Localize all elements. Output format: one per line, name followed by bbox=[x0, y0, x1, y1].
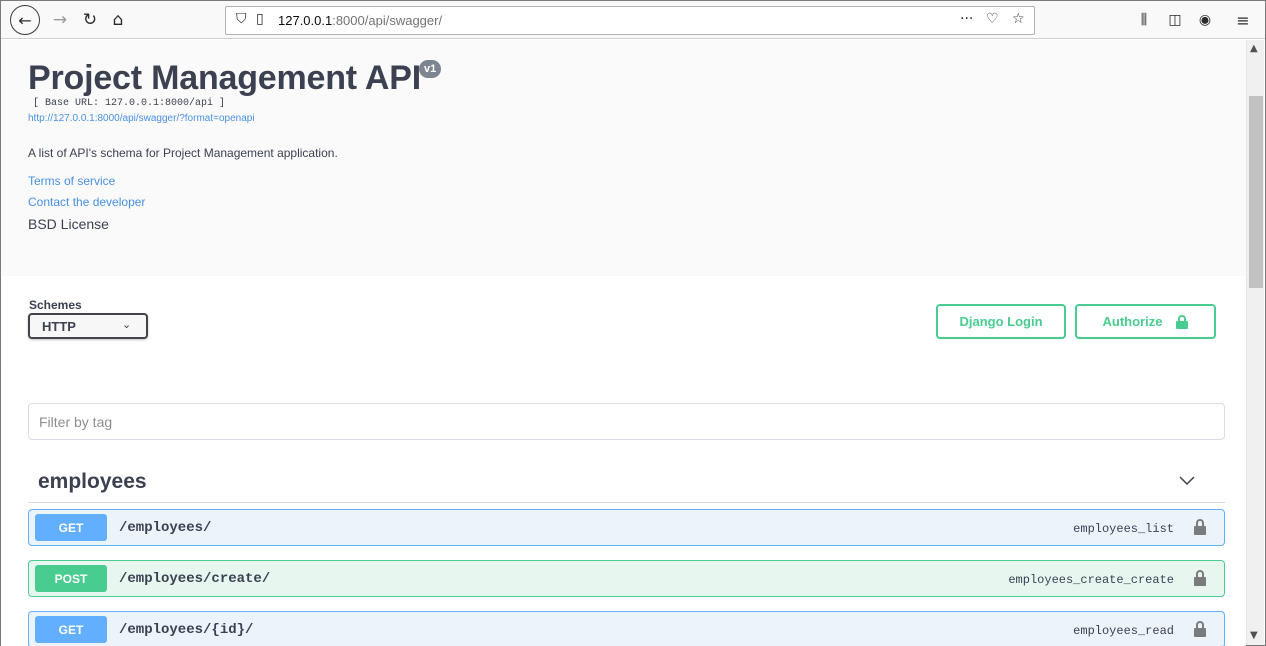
shield-icon[interactable]: ⛉ bbox=[236, 11, 247, 27]
version-badge: v1 bbox=[419, 60, 442, 78]
api-description: A list of API's schema for Project Manag… bbox=[28, 146, 338, 160]
api-title: Project Management API bbox=[28, 59, 421, 97]
pocket-icon[interactable]: ♡ bbox=[986, 11, 999, 27]
scroll-thumb[interactable] bbox=[1249, 96, 1263, 288]
method-badge: POST bbox=[35, 565, 107, 592]
operation-id: employees_create_create bbox=[1008, 573, 1174, 587]
browser-window: ← → ↻ ⌂ ⛉ ▯ 127.0.0.1:8000/api/swagger/ … bbox=[0, 0, 1266, 646]
home-icon[interactable]: ⌂ bbox=[105, 7, 131, 33]
filter-input[interactable]: Filter by tag bbox=[28, 403, 1225, 440]
account-icon[interactable]: ◉ bbox=[1192, 7, 1218, 33]
operation-path: /employees/ bbox=[119, 520, 212, 536]
tag-divider bbox=[28, 502, 1225, 503]
scheme-select[interactable]: HTTP ⌄ bbox=[28, 313, 148, 339]
star-icon[interactable]: ☆ bbox=[1012, 11, 1025, 27]
base-url: [ Base URL: 127.0.0.1:8000/api ] bbox=[33, 98, 226, 109]
operation-row[interactable]: GET /employees/ employees_list bbox=[28, 509, 1225, 546]
contact-link[interactable]: Contact the developer bbox=[28, 195, 145, 209]
lock-icon[interactable] bbox=[1194, 519, 1206, 535]
url-text[interactable]: 127.0.0.1:8000/api/swagger/ bbox=[278, 13, 442, 28]
lock-icon[interactable] bbox=[1194, 570, 1206, 586]
back-arrow-icon[interactable]: ← bbox=[10, 5, 40, 35]
schemes-bar: Schemes HTTP ⌄ Django Login Authorize bbox=[1, 276, 1246, 368]
library-icon[interactable]: ⫼ bbox=[1131, 7, 1157, 33]
scrollbar[interactable]: ▲ ▼ bbox=[1246, 40, 1264, 645]
page-icon[interactable]: ▯ bbox=[256, 11, 264, 27]
url-path: :8000/api/swagger/ bbox=[332, 13, 443, 28]
filter-placeholder: Filter by tag bbox=[39, 414, 113, 430]
forward-arrow-icon[interactable]: → bbox=[47, 7, 73, 33]
scroll-down-icon[interactable]: ▼ bbox=[1250, 630, 1258, 641]
terms-link[interactable]: Terms of service bbox=[28, 174, 115, 188]
url-bar[interactable]: ⛉ ▯ 127.0.0.1:8000/api/swagger/ ··· ♡ ☆ bbox=[225, 6, 1035, 35]
license-text: BSD License bbox=[28, 216, 109, 232]
sidebar-icon[interactable]: ◫ bbox=[1162, 7, 1188, 33]
more-icon[interactable]: ··· bbox=[960, 11, 973, 27]
schemes-label: Schemes bbox=[29, 298, 82, 312]
unlock-icon bbox=[1176, 314, 1189, 329]
operations-section: Filter by tag employees GET /employees/ … bbox=[1, 368, 1246, 646]
operation-row[interactable]: GET /employees/{id}/ employees_read bbox=[28, 611, 1225, 646]
method-badge: GET bbox=[35, 616, 107, 643]
django-login-button[interactable]: Django Login bbox=[936, 304, 1066, 339]
menu-icon[interactable]: ≡ bbox=[1230, 7, 1256, 33]
spec-link[interactable]: http://127.0.0.1:8000/api/swagger/?forma… bbox=[28, 113, 255, 124]
scroll-up-icon[interactable]: ▲ bbox=[1250, 43, 1258, 54]
django-login-label: Django Login bbox=[959, 314, 1043, 329]
chevron-down-icon[interactable] bbox=[1179, 476, 1195, 486]
operation-id: employees_list bbox=[1073, 522, 1174, 536]
operation-id: employees_read bbox=[1073, 624, 1174, 638]
method-badge: GET bbox=[35, 514, 107, 541]
authorize-button[interactable]: Authorize bbox=[1075, 304, 1216, 339]
lock-icon[interactable] bbox=[1194, 621, 1206, 637]
tag-title[interactable]: employees bbox=[38, 470, 147, 494]
scheme-value: HTTP bbox=[42, 319, 76, 334]
operation-path: /employees/{id}/ bbox=[119, 622, 254, 638]
chevron-down-icon: ⌄ bbox=[122, 318, 132, 331]
url-host: 127.0.0.1 bbox=[278, 13, 333, 28]
authorize-label: Authorize bbox=[1102, 314, 1163, 329]
operation-path: /employees/create/ bbox=[119, 571, 271, 587]
reload-icon[interactable]: ↻ bbox=[77, 7, 103, 33]
operation-row[interactable]: POST /employees/create/ employees_create… bbox=[28, 560, 1225, 597]
browser-toolbar: ← → ↻ ⌂ ⛉ ▯ 127.0.0.1:8000/api/swagger/ … bbox=[1, 1, 1265, 39]
